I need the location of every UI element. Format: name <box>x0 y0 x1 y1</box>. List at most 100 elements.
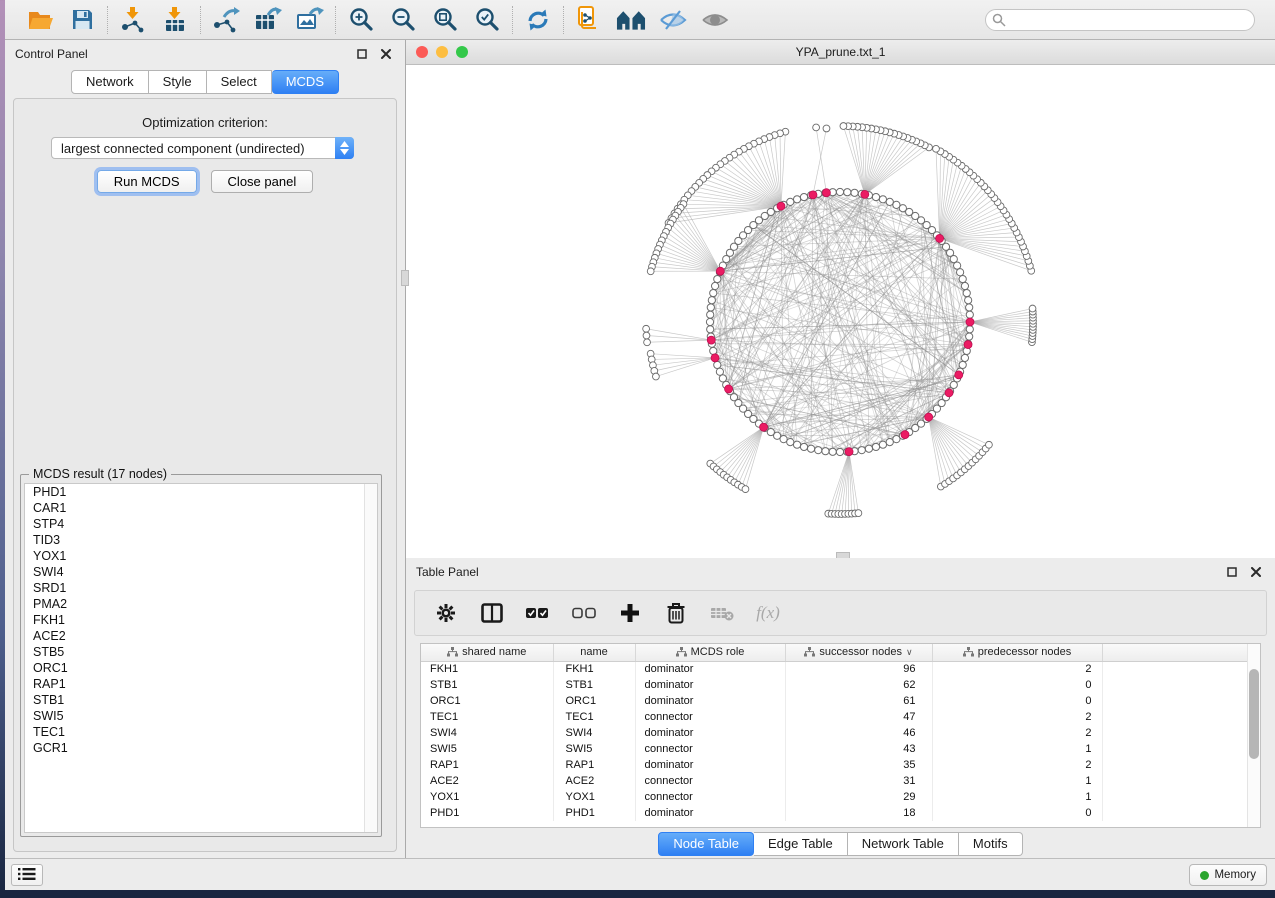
mcds-result-item[interactable]: STB5 <box>25 644 377 660</box>
table-row[interactable]: FKH1FKH1dominator962 <box>421 661 1260 677</box>
mcds-result-item[interactable]: TID3 <box>25 532 377 548</box>
export-table-icon[interactable] <box>253 6 283 34</box>
fan-nodes[interactable] <box>643 123 1037 518</box>
cell-name[interactable]: SWI4 <box>553 725 635 741</box>
table-row[interactable]: ACE2ACE2connector311 <box>421 773 1260 789</box>
mcds-result-item[interactable]: GCR1 <box>25 740 377 756</box>
import-table-icon[interactable] <box>160 6 190 34</box>
mcds-result-item[interactable]: STB1 <box>25 692 377 708</box>
table-row[interactable]: SWI5SWI5connector431 <box>421 741 1260 757</box>
export-network-icon[interactable] <box>211 6 241 34</box>
show-columns-icon[interactable] <box>479 600 505 626</box>
cell-successor-nodes[interactable]: 96 <box>785 661 932 677</box>
cell-successor-nodes[interactable]: 29 <box>785 789 932 805</box>
tab-network-table[interactable]: Network Table <box>848 832 959 856</box>
close-panel-icon[interactable] <box>377 45 395 63</box>
memory-button[interactable]: Memory <box>1189 864 1267 886</box>
cell-successor-nodes[interactable]: 46 <box>785 725 932 741</box>
save-session-icon[interactable] <box>67 6 97 34</box>
optimization-criterion-select[interactable]: largest connected component (undirected) <box>51 137 354 159</box>
result-list-scrollbar[interactable] <box>364 484 377 832</box>
cell-name[interactable]: PHD1 <box>553 805 635 821</box>
mcds-result-list[interactable]: PHD1CAR1STP4TID3YOX1SWI4SRD1PMA2FKH1ACE2… <box>24 483 378 833</box>
search-input[interactable] <box>985 9 1255 31</box>
add-icon[interactable] <box>617 600 643 626</box>
cell-MCDS-role[interactable]: dominator <box>635 677 785 693</box>
cell-successor-nodes[interactable]: 47 <box>785 709 932 725</box>
cell-shared-name[interactable]: SWI4 <box>421 725 553 741</box>
cell-name[interactable]: STB1 <box>553 677 635 693</box>
cell-shared-name[interactable]: STB1 <box>421 677 553 693</box>
export-image-icon[interactable] <box>295 6 325 34</box>
network-graph[interactable] <box>406 65 1275 558</box>
run-mcds-button[interactable]: Run MCDS <box>97 170 197 193</box>
cell-shared-name[interactable]: TEC1 <box>421 709 553 725</box>
cell-name[interactable]: ORC1 <box>553 693 635 709</box>
cell-shared-name[interactable]: FKH1 <box>421 661 553 677</box>
zoom-in-icon[interactable] <box>346 6 376 34</box>
cell-shared-name[interactable]: ACE2 <box>421 773 553 789</box>
table-row[interactable]: RAP1RAP1dominator352 <box>421 757 1260 773</box>
mcds-result-item[interactable]: SRD1 <box>25 580 377 596</box>
cell-MCDS-role[interactable]: dominator <box>635 693 785 709</box>
mcds-result-item[interactable]: FKH1 <box>25 612 377 628</box>
mcds-result-item[interactable]: YOX1 <box>25 548 377 564</box>
deselect-all-icon[interactable] <box>571 600 597 626</box>
cell-shared-name[interactable]: ORC1 <box>421 693 553 709</box>
tab-style[interactable]: Style <box>149 70 207 94</box>
mcds-result-item[interactable]: TEC1 <box>25 724 377 740</box>
zoom-out-icon[interactable] <box>388 6 418 34</box>
column-header-successor-nodes[interactable]: successor nodes∨ <box>785 644 932 661</box>
select-all-icon[interactable] <box>525 600 551 626</box>
cell-MCDS-role[interactable]: connector <box>635 773 785 789</box>
cell-name[interactable]: RAP1 <box>553 757 635 773</box>
cell-predecessor-nodes[interactable]: 1 <box>932 773 1102 789</box>
cell-MCDS-role[interactable]: dominator <box>635 757 785 773</box>
table-row[interactable]: TEC1TEC1connector472 <box>421 709 1260 725</box>
tab-mcds[interactable]: MCDS <box>272 70 339 94</box>
panel-splitter-handle[interactable] <box>401 270 409 286</box>
cell-name[interactable]: TEC1 <box>553 709 635 725</box>
float-panel-icon[interactable] <box>353 45 371 63</box>
cell-successor-nodes[interactable]: 18 <box>785 805 932 821</box>
mcds-result-item[interactable]: SWI4 <box>25 564 377 580</box>
table-scrollbar[interactable] <box>1247 644 1260 827</box>
table-row[interactable]: SWI4SWI4dominator462 <box>421 725 1260 741</box>
tab-network[interactable]: Network <box>71 70 149 94</box>
cell-MCDS-role[interactable]: connector <box>635 789 785 805</box>
cell-predecessor-nodes[interactable]: 2 <box>932 725 1102 741</box>
mcds-result-item[interactable]: PMA2 <box>25 596 377 612</box>
mcds-result-item[interactable]: SWI5 <box>25 708 377 724</box>
table-settings-gear-icon[interactable] <box>433 600 459 626</box>
cell-MCDS-role[interactable]: dominator <box>635 805 785 821</box>
column-header-predecessor-nodes[interactable]: predecessor nodes <box>932 644 1102 661</box>
table-row[interactable]: ORC1ORC1dominator610 <box>421 693 1260 709</box>
mcds-result-item[interactable]: PHD1 <box>25 484 377 500</box>
cell-MCDS-role[interactable]: connector <box>635 709 785 725</box>
zoom-fit-icon[interactable] <box>430 6 460 34</box>
tab-motifs[interactable]: Motifs <box>959 832 1023 856</box>
mcds-result-item[interactable]: CAR1 <box>25 500 377 516</box>
cell-successor-nodes[interactable]: 31 <box>785 773 932 789</box>
cell-name[interactable]: YOX1 <box>553 789 635 805</box>
tab-node-table[interactable]: Node Table <box>658 832 754 856</box>
float-table-panel-icon[interactable] <box>1223 563 1241 581</box>
overview-binoculars-icon[interactable] <box>616 6 646 34</box>
cell-name[interactable]: ACE2 <box>553 773 635 789</box>
cell-successor-nodes[interactable]: 62 <box>785 677 932 693</box>
cell-name[interactable]: FKH1 <box>553 661 635 677</box>
cell-predecessor-nodes[interactable]: 2 <box>932 757 1102 773</box>
close-panel-button[interactable]: Close panel <box>211 170 314 193</box>
cell-name[interactable]: SWI5 <box>553 741 635 757</box>
cell-predecessor-nodes[interactable]: 0 <box>932 805 1102 821</box>
cell-predecessor-nodes[interactable]: 2 <box>932 661 1102 677</box>
cell-MCDS-role[interactable]: dominator <box>635 725 785 741</box>
import-network-icon[interactable] <box>118 6 148 34</box>
cell-predecessor-nodes[interactable]: 2 <box>932 709 1102 725</box>
share-network-icon[interactable] <box>574 6 604 34</box>
mcds-result-item[interactable]: STP4 <box>25 516 377 532</box>
network-view[interactable] <box>406 65 1275 558</box>
tab-select[interactable]: Select <box>207 70 272 94</box>
show-graphics-eye-icon[interactable] <box>700 6 730 34</box>
task-history-button[interactable] <box>11 864 43 886</box>
